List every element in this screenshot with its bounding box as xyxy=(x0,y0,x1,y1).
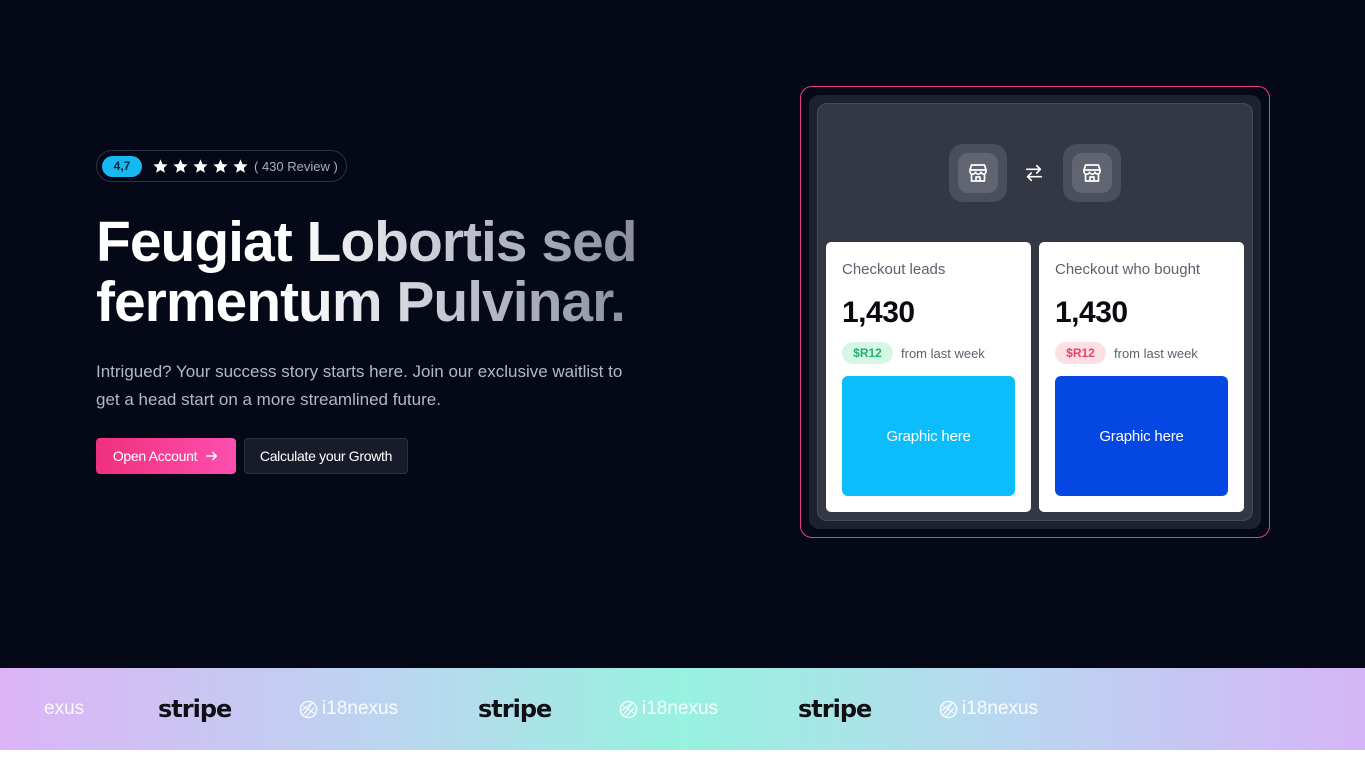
stat-title: Checkout who bought xyxy=(1055,261,1201,278)
star-icon xyxy=(153,158,168,173)
arrow-right-icon xyxy=(206,451,218,461)
shop-tile-right xyxy=(1063,144,1121,202)
graphic-placeholder: Graphic here xyxy=(1055,376,1228,496)
shop-icon xyxy=(1083,164,1101,182)
hero-subtext: Intrigued? Your success story starts her… xyxy=(96,362,623,409)
stat-value: 1,430 xyxy=(842,296,915,329)
shop-tile-inner xyxy=(1072,153,1112,193)
logo-text: stripe xyxy=(798,695,872,723)
stat-value: 1,430 xyxy=(1055,296,1128,329)
logo-text: stripe xyxy=(478,695,552,723)
stat-title: Checkout leads xyxy=(842,261,946,278)
logo-text: stripe xyxy=(158,695,232,723)
stat-change-badge: $R12 xyxy=(1055,342,1106,364)
stat-card-checkout-bought: Checkout who bought 1,430 $R12 from last… xyxy=(1039,242,1244,512)
swap-arrows-icon xyxy=(1025,164,1043,182)
logo-i18nexus: i18nexus xyxy=(619,668,718,750)
shop-tile-inner xyxy=(958,153,998,193)
stat-note: from last week xyxy=(1114,346,1198,361)
logo-text: i18nexus xyxy=(962,698,1039,719)
i18nexus-globe-icon xyxy=(619,700,638,718)
graphic-placeholder: Graphic here xyxy=(842,376,1015,496)
logo-text: exus xyxy=(44,698,85,719)
i18nexus-globe-icon xyxy=(939,700,958,718)
logo-text: i18nexus xyxy=(322,698,399,719)
stat-change-badge: $R12 xyxy=(842,342,893,364)
page-headline: Feugiat Lobortis sed fermentum Pulvinar. xyxy=(96,212,736,332)
star-icon xyxy=(193,158,208,173)
widget-frame: Checkout leads 1,430 $R12 from last week… xyxy=(809,95,1261,529)
calculate-growth-label: Calculate your Growth xyxy=(259,448,393,464)
open-account-button[interactable]: Open Account xyxy=(96,438,236,474)
rating-score-badge: 4,7 xyxy=(102,155,142,177)
logo-strip: exus stripe i18nexus stripe i18nexus str… xyxy=(0,668,1365,750)
rating-pill: 4,7 ( 430 Review ) xyxy=(96,150,347,182)
logo-text: i18nexus xyxy=(642,698,719,719)
hero-section: 4,7 ( 430 Review ) Feugiat Lobortis sed … xyxy=(0,0,1365,668)
stat-card-checkout-leads: Checkout leads 1,430 $R12 from last week… xyxy=(826,242,1031,512)
calculate-growth-button[interactable]: Calculate your Growth xyxy=(244,438,408,474)
star-icon xyxy=(213,158,228,173)
logo-stripe: stripe xyxy=(798,668,872,750)
open-account-label: Open Account xyxy=(112,448,198,464)
stats-widget: Checkout leads 1,430 $R12 from last week… xyxy=(800,86,1270,538)
logo-i18nexus: i18nexus xyxy=(939,668,1038,750)
rating-stars xyxy=(152,158,249,175)
review-count: ( 430 Review ) xyxy=(254,158,338,174)
stat-note: from last week xyxy=(901,346,985,361)
shop-icon xyxy=(969,164,987,182)
i18nexus-globe-icon xyxy=(299,700,318,718)
logo-i18nexus-partial: exus xyxy=(44,668,84,750)
logo-stripe: stripe xyxy=(158,668,232,750)
headline-line-1: Feugiat Lobortis sed xyxy=(96,210,637,274)
headline-line-2: fermentum Pulvinar. xyxy=(96,270,625,334)
star-icon xyxy=(233,158,248,173)
logo-i18nexus: i18nexus xyxy=(299,668,398,750)
logo-stripe: stripe xyxy=(478,668,552,750)
star-icon xyxy=(173,158,188,173)
shop-tile-left xyxy=(949,144,1007,202)
widget-panel: Checkout leads 1,430 $R12 from last week… xyxy=(817,103,1253,521)
